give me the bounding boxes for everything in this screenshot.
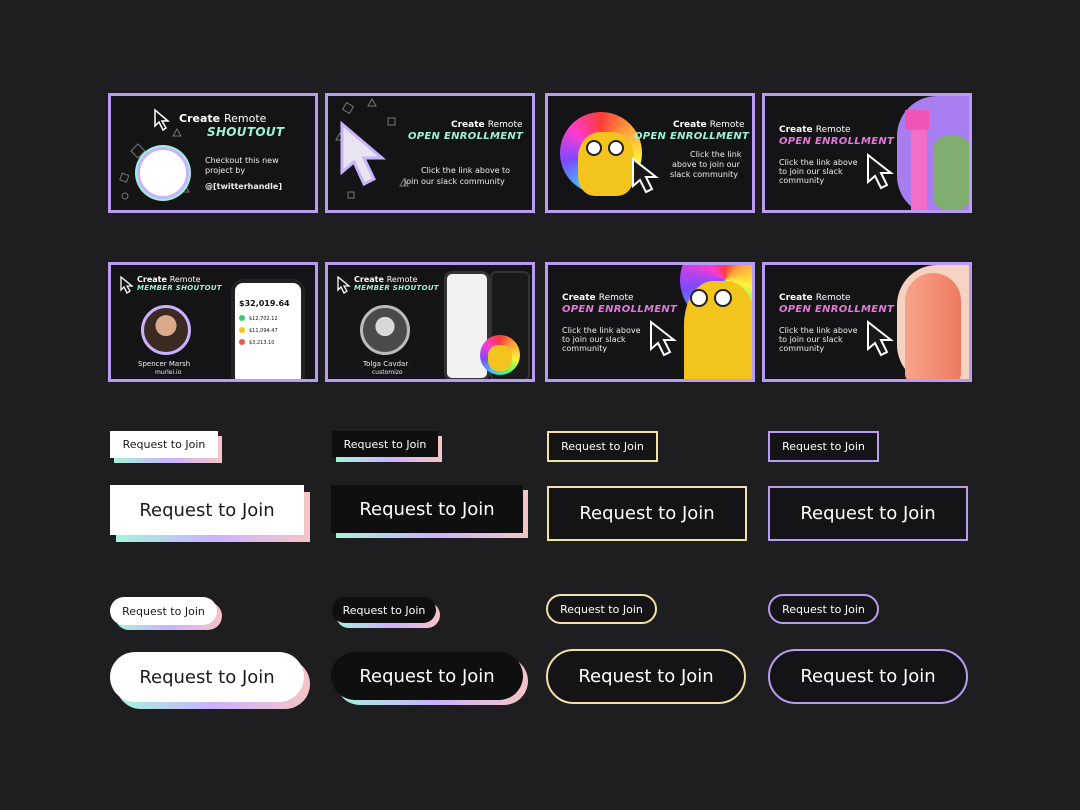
card-body-line1: Checkout this new [205,156,279,165]
cursor-arrow-icon [120,275,134,294]
card-body-line3: community [562,344,608,353]
phone-row-2: $11,094.47 [249,328,278,334]
robot-figure-icon [905,110,929,130]
cursor-arrow-icon [340,120,387,187]
card-heading: MEMBER SHOUTOUT [137,284,222,292]
request-to-join-button[interactable]: Request to Join [546,649,746,704]
card-body-line1: Click the link above to [421,166,511,175]
member-company: customizo [372,369,403,376]
avatar-photo-icon [360,305,410,355]
cursor-arrow-icon [867,319,894,357]
card-title: Create Remote [179,112,267,125]
request-to-join-button[interactable]: Request to Join [547,431,658,462]
request-to-join-button[interactable]: Request to Join [110,485,304,535]
card-body-line3: community [779,176,825,185]
twitter-handle: @[twitterhandle] [205,182,282,191]
card-title: Create Remote [779,293,851,303]
open-enrollment-card: Create Remote OPEN ENROLLMENT Click the … [545,262,755,382]
card-title: Create Remote [451,120,523,130]
card-body-line2: above to join our [672,160,740,169]
phone-row-1: $12,702.12 [249,316,278,322]
card-heading: OPEN ENROLLMENT [562,304,678,315]
request-to-join-button[interactable]: Request to Join [332,597,436,623]
request-to-join-button[interactable]: Request to Join [768,594,879,624]
request-to-join-button[interactable]: Request to Join [331,485,523,533]
open-enrollment-card: Create Remote OPEN ENROLLMENT Click the … [762,93,972,213]
card-body-line2: join our slack community [404,177,505,186]
avatar-photo-icon [141,305,191,355]
phone-balance: $32,019.64 [239,299,290,308]
cursor-arrow-icon [867,152,894,190]
card-title: Create Remote [137,275,201,284]
open-enrollment-card: Create Remote OPEN ENROLLMENT Click the … [762,262,972,382]
card-heading: MEMBER SHOUTOUT [354,284,439,292]
card-title: Create Remote [354,275,418,284]
request-to-join-button[interactable]: Request to Join [768,649,968,704]
request-to-join-button[interactable]: Request to Join [768,431,879,462]
request-to-join-button[interactable]: Request to Join [331,652,523,700]
card-body-line1: Click the link [690,150,742,159]
request-to-join-button[interactable]: Request to Join [547,486,747,541]
card-heading: OPEN ENROLLMENT [634,131,750,142]
card-body-line3: community [779,344,825,353]
card-heading: OPEN ENROLLMENT [779,304,895,315]
hand-icon [905,273,961,379]
card-heading: SHOUTOUT [207,125,285,139]
open-enrollment-card: Create Remote OPEN ENROLLMENT Click the … [325,93,535,213]
cursor-arrow-icon [650,319,677,357]
card-title: Create Remote [779,125,851,135]
cursor-arrow-icon [337,275,351,294]
card-title: Create Remote [673,120,745,130]
cursor-arrow-icon [154,108,171,132]
card-heading: OPEN ENROLLMENT [408,131,524,142]
member-shoutout-card: Create Remote MEMBER SHOUTOUT Spencer Ma… [108,262,318,382]
member-company: murlei.io [155,369,182,376]
shoutout-card: Create Remote SHOUTOUT Checkout this new… [108,93,318,213]
card-heading: OPEN ENROLLMENT [779,136,895,147]
request-to-join-button[interactable]: Request to Join [546,594,657,624]
card-title: Create Remote [562,293,634,303]
request-to-join-button[interactable]: Request to Join [110,431,218,458]
request-to-join-button[interactable]: Request to Join [332,431,438,457]
card-body-line2: project by [205,166,246,175]
card-body-line3: slack community [670,170,738,179]
member-shoutout-card: Create Remote MEMBER SHOUTOUT Tolga Cavd… [325,262,535,382]
request-to-join-button[interactable]: Request to Join [768,486,968,541]
request-to-join-button[interactable]: Request to Join [110,597,217,625]
phone-row-3: $3,213.10 [249,340,275,346]
cursor-arrow-icon [632,156,659,194]
open-enrollment-card: Create Remote OPEN ENROLLMENT Click the … [545,93,755,213]
request-to-join-button[interactable]: Request to Join [110,652,304,702]
avatar-placeholder [137,147,189,199]
